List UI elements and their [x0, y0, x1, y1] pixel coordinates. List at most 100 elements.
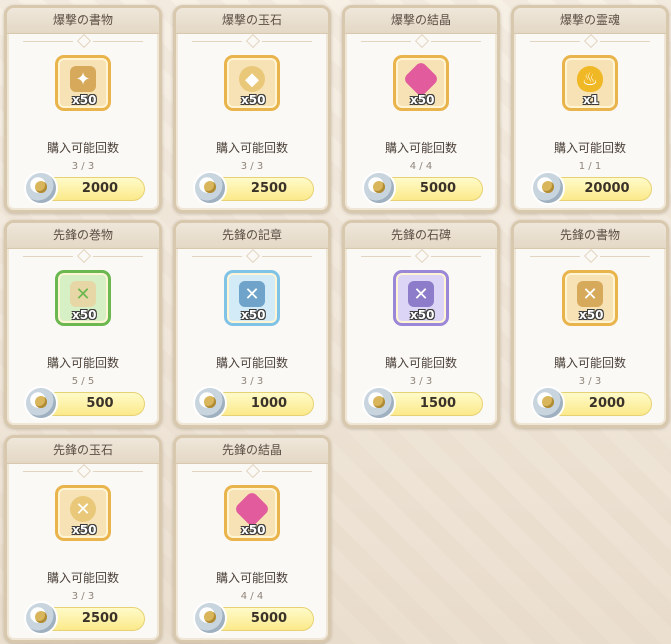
ornament-divider: [192, 248, 312, 264]
shop-card-item[interactable]: 爆撃の書物 ✦ x50 購入可能回数 3 / 3 2000: [4, 5, 162, 213]
price-value: 2500: [250, 181, 288, 196]
coin-icon: [364, 388, 394, 418]
shop-card-item[interactable]: 爆撃の結晶 x50 購入可能回数 4 / 4 5000: [342, 5, 500, 213]
purchase-limit-label: 購入可能回数: [46, 571, 119, 585]
ornament-divider: [530, 33, 650, 49]
item-quantity: x50: [241, 308, 266, 322]
jade-stone-icon: ✕: [70, 496, 96, 522]
item-icon-frame: x50: [393, 55, 449, 111]
price-value: 500: [86, 396, 114, 411]
shop-grid: 爆撃の書物 ✦ x50 購入可能回数 3 / 3 2000 爆撃の玉石 ◆ x5…: [0, 0, 671, 644]
item-icon-frame: ✕ x50: [224, 270, 280, 326]
coin-icon: [533, 173, 563, 203]
item-name: 爆撃の書物: [7, 8, 159, 34]
item-icon-frame: ✕ x50: [55, 485, 111, 541]
item-icon-frame: ✕ x50: [562, 270, 618, 326]
purchase-limit-count: 3 / 3: [71, 161, 95, 172]
shop-card-item[interactable]: 先鋒の結晶 x50 購入可能回数 4 / 4 5000: [173, 435, 331, 643]
jade-stone-icon: ◆: [239, 66, 265, 92]
purchase-limit-label: 購入可能回数: [553, 356, 626, 370]
price-value: 5000: [419, 181, 457, 196]
ornament-divider: [530, 248, 650, 264]
price-value: 2000: [588, 396, 626, 411]
item-quantity: x50: [410, 93, 435, 107]
purchase-limit-count: 1 / 1: [578, 161, 602, 172]
price-value: 1500: [419, 396, 457, 411]
purchase-limit-count: 3 / 3: [71, 591, 95, 602]
item-name: 先鋒の石碑: [345, 223, 497, 249]
ornament-divider: [192, 33, 312, 49]
item-quantity: x1: [583, 93, 600, 107]
item-icon-frame: ✕ x50: [393, 270, 449, 326]
purchase-limit-label: 購入可能回数: [46, 141, 119, 155]
purchase-limit-count: 4 / 4: [240, 591, 264, 602]
ornament-divider: [23, 33, 143, 49]
crystal-icon: [402, 60, 440, 98]
shop-card-item[interactable]: 爆撃の玉石 ◆ x50 購入可能回数 3 / 3 2500: [173, 5, 331, 213]
purchase-limit-label: 購入可能回数: [553, 141, 626, 155]
purchase-limit-count: 4 / 4: [409, 161, 433, 172]
coin-icon: [195, 173, 225, 203]
stele-icon: ✕: [408, 281, 434, 307]
buy-button[interactable]: 2000: [26, 173, 145, 203]
book-icon: ✦: [70, 66, 96, 92]
shop-card-item[interactable]: 先鋒の記章 ✕ x50 購入可能回数 3 / 3 1000: [173, 220, 331, 428]
price-value: 2000: [81, 181, 119, 196]
ornament-divider: [192, 463, 312, 479]
item-name: 先鋒の玉石: [7, 438, 159, 464]
item-name: 先鋒の巻物: [7, 223, 159, 249]
shop-card-item[interactable]: 先鋒の書物 ✕ x50 購入可能回数 3 / 3 2000: [511, 220, 669, 428]
buy-button[interactable]: 1000: [195, 388, 314, 418]
item-quantity: x50: [241, 93, 266, 107]
purchase-limit-label: 購入可能回数: [384, 141, 457, 155]
purchase-limit-count: 3 / 3: [409, 376, 433, 387]
item-quantity: x50: [72, 93, 97, 107]
coin-icon: [533, 388, 563, 418]
coin-icon: [26, 388, 56, 418]
shop-card-item[interactable]: 先鋒の巻物 ✕ x50 購入可能回数 5 / 5 500: [4, 220, 162, 428]
purchase-limit-label: 購入可能回数: [215, 141, 288, 155]
buy-button[interactable]: 5000: [364, 173, 483, 203]
buy-button[interactable]: 2500: [26, 603, 145, 633]
crystal-icon: [233, 490, 271, 528]
item-name: 爆撃の結晶: [345, 8, 497, 34]
coin-icon: [195, 388, 225, 418]
item-icon-frame: ✕ x50: [55, 270, 111, 326]
shop-card-item[interactable]: 先鋒の玉石 ✕ x50 購入可能回数 3 / 3 2500: [4, 435, 162, 643]
item-icon-frame: ✦ x50: [55, 55, 111, 111]
purchase-limit-count: 3 / 3: [240, 376, 264, 387]
soul-flame-icon: ♨: [577, 66, 603, 92]
item-name: 爆撃の玉石: [176, 8, 328, 34]
buy-button[interactable]: 20000: [533, 173, 652, 203]
price-value: 2500: [81, 611, 119, 626]
ornament-divider: [23, 463, 143, 479]
purchase-limit-count: 3 / 3: [578, 376, 602, 387]
coin-icon: [364, 173, 394, 203]
item-name: 先鋒の書物: [514, 223, 666, 249]
purchase-limit-label: 購入可能回数: [384, 356, 457, 370]
item-quantity: x50: [72, 523, 97, 537]
buy-button[interactable]: 1500: [364, 388, 483, 418]
item-name: 爆撃の霊魂: [514, 8, 666, 34]
buy-button[interactable]: 5000: [195, 603, 314, 633]
emblem-icon: ✕: [239, 281, 265, 307]
price-value: 5000: [250, 611, 288, 626]
buy-button[interactable]: 500: [26, 388, 145, 418]
item-quantity: x50: [410, 308, 435, 322]
item-quantity: x50: [579, 308, 604, 322]
item-quantity: x50: [72, 308, 97, 322]
price-value: 1000: [250, 396, 288, 411]
shop-card-item[interactable]: 先鋒の石碑 ✕ x50 購入可能回数 3 / 3 1500: [342, 220, 500, 428]
shop-card-item[interactable]: 爆撃の霊魂 ♨ x1 購入可能回数 1 / 1 20000: [511, 5, 669, 213]
ornament-divider: [23, 248, 143, 264]
book-icon: ✕: [577, 281, 603, 307]
item-icon-frame: ◆ x50: [224, 55, 280, 111]
purchase-limit-label: 購入可能回数: [215, 356, 288, 370]
buy-button[interactable]: 2500: [195, 173, 314, 203]
coin-icon: [195, 603, 225, 633]
ornament-divider: [361, 248, 481, 264]
purchase-limit-label: 購入可能回数: [215, 571, 288, 585]
item-icon-frame: ♨ x1: [562, 55, 618, 111]
item-name: 先鋒の結晶: [176, 438, 328, 464]
buy-button[interactable]: 2000: [533, 388, 652, 418]
